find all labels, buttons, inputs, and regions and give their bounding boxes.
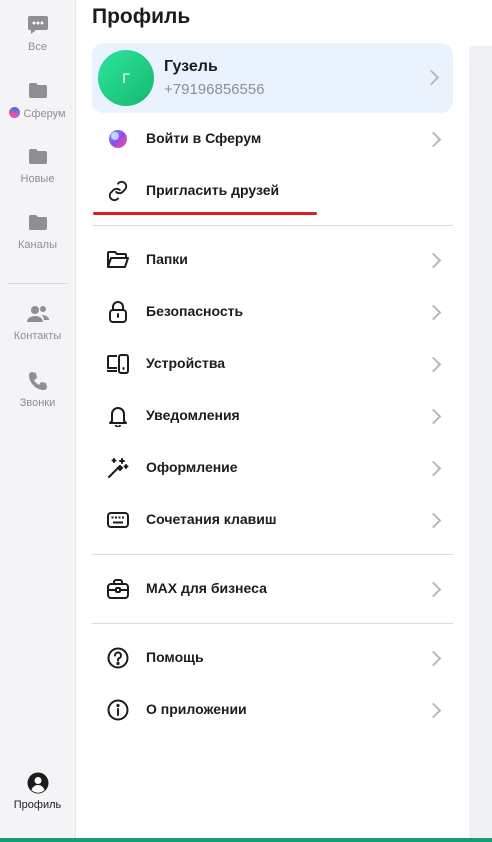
menu-item-label: Войти в Сферум: [146, 130, 262, 146]
menu-item-shortcuts[interactable]: Сочетания клавиш: [92, 494, 453, 546]
sferum-logo-icon: [9, 107, 21, 118]
folder-icon: [27, 146, 49, 168]
nav-item-new[interactable]: Новые: [0, 146, 75, 185]
keyboard-icon: [106, 508, 130, 532]
menu-item-label: Папки: [146, 251, 188, 267]
nav-item-contacts[interactable]: Контакты: [0, 303, 75, 342]
nav-label: Все: [28, 41, 47, 53]
folder-icon: [27, 80, 49, 102]
page-title: Профиль: [92, 5, 191, 28]
menu-item-label: Безопасность: [146, 303, 244, 319]
folder-icon: [27, 212, 49, 234]
nav-label: Сферум: [23, 108, 66, 120]
devices-icon: [106, 352, 130, 376]
nav-label: Профиль: [13, 799, 62, 811]
chevron-right-icon: [425, 252, 442, 269]
menu-item-label: Помощь: [146, 649, 204, 665]
nav-label: Новые: [20, 173, 55, 185]
menu-item-label: MAX для бизнеса: [146, 580, 267, 596]
chevron-right-icon: [425, 650, 442, 667]
menu-item-invite-friends[interactable]: Пригласить друзей: [92, 165, 453, 217]
menu-item-business[interactable]: MAX для бизнеса: [92, 563, 453, 615]
nav-label: Звонки: [19, 397, 56, 409]
chevron-right-icon: [425, 512, 442, 529]
lock-icon: [106, 300, 130, 324]
menu-item-label: Пригласить друзей: [146, 182, 280, 198]
menu-item-about[interactable]: О приложении: [92, 684, 453, 736]
folder-open-icon: [106, 248, 130, 272]
user-name: Гузель: [164, 58, 218, 75]
menu-item-appearance[interactable]: Оформление: [92, 442, 453, 494]
nav-label: Контакты: [13, 330, 62, 342]
nav-divider: [8, 283, 68, 284]
nav-item-channels[interactable]: Каналы: [0, 212, 75, 251]
profile-card[interactable]: Г Гузель +79196856556: [92, 43, 453, 113]
phone-icon: [28, 370, 48, 392]
chevron-right-icon: [425, 702, 442, 719]
sferum-logo-icon: [106, 127, 130, 151]
menu-item-label: Уведомления: [146, 407, 240, 423]
menu-item-label: Сочетания клавиш: [146, 511, 277, 527]
menu-item-label: О приложении: [146, 701, 247, 717]
help-icon: [106, 646, 130, 670]
highlight-underline: [93, 212, 317, 215]
menu-item-notifications[interactable]: Уведомления: [92, 390, 453, 442]
nav-item-sferum[interactable]: Сферум: [0, 80, 75, 120]
menu-item-sferum-login[interactable]: Войти в Сферум: [92, 113, 453, 165]
magic-wand-icon: [106, 456, 130, 480]
profile-panel: Профиль Г Гузель +79196856556 Войти в Сф…: [76, 0, 469, 838]
user-phone: +79196856556: [164, 81, 265, 98]
chevron-right-icon: [425, 460, 442, 477]
chevron-right-icon: [425, 304, 442, 321]
nav-item-calls[interactable]: Звонки: [0, 370, 75, 409]
menu-item-help[interactable]: Помощь: [92, 632, 453, 684]
link-icon: [106, 179, 130, 203]
chevron-right-icon: [425, 581, 442, 598]
navigation-rail: Все Сферум Новые Каналы Контакты Звонки: [0, 0, 76, 838]
info-icon: [106, 698, 130, 722]
chevron-right-icon: [425, 356, 442, 373]
chevron-right-icon: [425, 131, 442, 148]
content-pane-background: [469, 46, 492, 838]
menu-item-security[interactable]: Безопасность: [92, 286, 453, 338]
menu-item-devices[interactable]: Устройства: [92, 338, 453, 390]
profile-icon: [27, 772, 49, 794]
bell-icon: [106, 404, 130, 428]
avatar: Г: [98, 50, 154, 106]
menu-item-folders[interactable]: Папки: [92, 234, 453, 286]
chevron-right-icon: [425, 408, 442, 425]
content-pane: [469, 0, 492, 838]
contacts-icon: [26, 303, 50, 325]
nav-item-all[interactable]: Все: [0, 14, 75, 53]
chevron-right-icon: [423, 69, 440, 86]
menu-item-label: Оформление: [146, 459, 238, 475]
nav-label: Каналы: [17, 239, 58, 251]
chat-icon: [27, 14, 49, 36]
divider: [92, 554, 453, 555]
briefcase-icon: [106, 577, 130, 601]
divider: [92, 623, 453, 624]
nav-item-profile[interactable]: Профиль: [0, 772, 75, 811]
divider: [92, 225, 453, 226]
menu-item-label: Устройства: [146, 355, 226, 371]
bottom-accent-bar: [0, 838, 492, 842]
